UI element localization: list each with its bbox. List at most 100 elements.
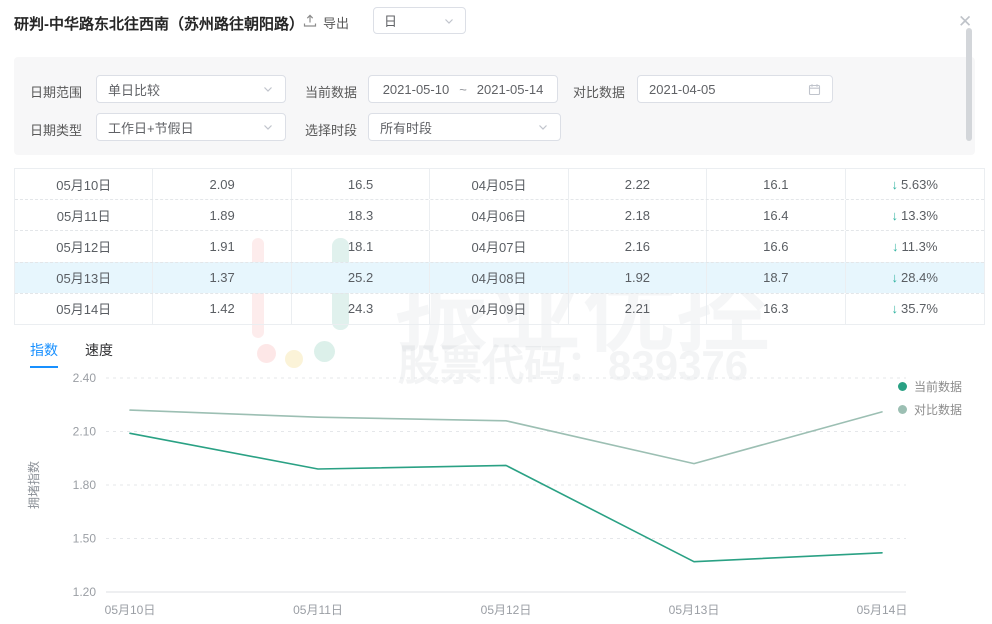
table-cell: 18.3: [292, 200, 430, 230]
table-cell: 24.3: [292, 294, 430, 324]
y-tick-label: 1.50: [73, 532, 97, 546]
date-type-value: 工作日+节假日: [108, 118, 194, 137]
change-value: 11.3%: [902, 239, 938, 254]
x-tick-label: 05月13日: [669, 603, 720, 617]
table-cell: 2.09: [153, 169, 291, 199]
table-cell: 2.16: [569, 231, 707, 261]
table-cell: 1.37: [153, 263, 291, 293]
change-value: 13.3%: [901, 208, 938, 223]
tab-active-underline: [30, 366, 58, 368]
change-cell: ↓5.63%: [846, 169, 984, 199]
table-cell: 1.91: [153, 231, 291, 261]
tab-index[interactable]: 指数: [30, 340, 58, 360]
trend-down-icon: ↓: [892, 208, 899, 223]
change-value: 35.7%: [901, 301, 938, 316]
table-cell: 05月13日: [15, 263, 153, 293]
table-cell: 05月11日: [15, 200, 153, 230]
y-axis-title: 拥堵指数: [26, 461, 41, 509]
change-cell: ↓35.7%: [846, 294, 984, 324]
table-cell: 16.6: [707, 231, 845, 261]
x-tick-label: 05月14日: [857, 603, 908, 617]
date-range-value: 单日比较: [108, 80, 160, 99]
watermark-logo-dot: [257, 344, 276, 363]
change-value: 28.4%: [901, 270, 938, 285]
table-row[interactable]: 05月12日1.9118.104月07日2.1616.6↓11.3%: [15, 230, 984, 261]
x-tick-label: 05月10日: [105, 603, 156, 617]
table-cell: 18.7: [707, 263, 845, 293]
y-tick-label: 2.10: [73, 425, 97, 439]
time-period-label: 选择时段: [305, 120, 357, 139]
date-range-label: 日期范围: [30, 82, 82, 101]
table-cell: 04月07日: [430, 231, 568, 261]
legend-dot-current: [898, 382, 907, 391]
x-tick-label: 05月12日: [481, 603, 532, 617]
current-data-label: 当前数据: [305, 82, 357, 101]
granularity-select[interactable]: 日: [373, 7, 466, 34]
legend-item-current[interactable]: 当前数据: [898, 375, 962, 398]
date-type-select[interactable]: 工作日+节假日: [96, 113, 286, 141]
export-button[interactable]: 导出: [303, 13, 349, 32]
change-cell: ↓11.3%: [846, 231, 984, 261]
x-tick-label: 05月11日: [293, 603, 343, 617]
change-cell: ↓13.3%: [846, 200, 984, 230]
chevron-down-icon: [262, 121, 274, 133]
chevron-down-icon: [537, 121, 549, 133]
current-data-range-input[interactable]: 2021-05-10 ~ 2021-05-14: [368, 75, 558, 103]
table-cell: 05月12日: [15, 231, 153, 261]
table-cell: 05月14日: [15, 294, 153, 324]
table-row[interactable]: 05月13日1.3725.204月08日1.9218.7↓28.4%: [15, 262, 984, 293]
chevron-down-icon: [443, 15, 455, 27]
filter-panel: 日期范围 单日比较 当前数据 2021-05-10 ~ 2021-05-14 对…: [14, 57, 975, 155]
table-cell: 16.1: [707, 169, 845, 199]
legend-label: 对比数据: [914, 401, 962, 418]
table-cell: 04月05日: [430, 169, 568, 199]
table-cell: 2.18: [569, 200, 707, 230]
trend-down-icon: ↓: [892, 301, 899, 316]
table-row[interactable]: 05月14日1.4224.304月09日2.2116.3↓35.7%: [15, 293, 984, 324]
upload-icon: [303, 14, 317, 31]
range-start: 2021-05-10: [383, 82, 450, 97]
tab-speed[interactable]: 速度: [85, 340, 113, 360]
change-value: 5.63%: [901, 177, 938, 192]
compare-date-value: 2021-04-05: [649, 82, 716, 97]
chart-legend: 当前数据 对比数据: [898, 375, 962, 421]
trend-down-icon: ↓: [892, 270, 899, 285]
chevron-down-icon: [262, 83, 274, 95]
trend-down-icon: ↓: [892, 177, 899, 192]
legend-item-compare[interactable]: 对比数据: [898, 398, 962, 421]
y-tick-label: 2.40: [73, 372, 97, 385]
date-type-label: 日期类型: [30, 120, 82, 139]
compare-data-label: 对比数据: [573, 82, 625, 101]
y-tick-label: 1.20: [73, 585, 97, 599]
time-period-value: 所有时段: [380, 118, 432, 137]
table-cell: 1.42: [153, 294, 291, 324]
comparison-table: 05月10日2.0916.504月05日2.2216.1↓5.63%05月11日…: [14, 168, 985, 325]
table-cell: 1.92: [569, 263, 707, 293]
legend-label: 当前数据: [914, 378, 962, 395]
time-period-select[interactable]: 所有时段: [368, 113, 561, 141]
trend-down-icon: ↓: [892, 239, 899, 254]
congestion-line-chart: 2.402.101.801.501.2005月10日05月11日05月12日05…: [0, 372, 992, 624]
watermark-logo-dot: [285, 350, 303, 368]
table-row[interactable]: 05月11日1.8918.304月06日2.1816.4↓13.3%: [15, 199, 984, 230]
table-scrollbar[interactable]: [966, 28, 972, 141]
table-cell: 2.21: [569, 294, 707, 324]
table-cell: 05月10日: [15, 169, 153, 199]
page-title: 研判-中华路东北往西南（苏州路往朝阳路）: [14, 13, 304, 34]
granularity-value: 日: [384, 11, 397, 30]
table-cell: 04月08日: [430, 263, 568, 293]
watermark-logo-dot: [314, 341, 335, 362]
export-label: 导出: [323, 13, 349, 32]
table-cell: 16.3: [707, 294, 845, 324]
table-cell: 2.22: [569, 169, 707, 199]
table-cell: 1.89: [153, 200, 291, 230]
table-row[interactable]: 05月10日2.0916.504月05日2.2216.1↓5.63%: [15, 169, 984, 199]
range-end: 2021-05-14: [477, 82, 544, 97]
table-cell: 25.2: [292, 263, 430, 293]
change-cell: ↓28.4%: [846, 263, 984, 293]
calendar-icon: [808, 83, 821, 96]
table-cell: 16.4: [707, 200, 845, 230]
date-range-select[interactable]: 单日比较: [96, 75, 286, 103]
series-line-当前数据: [130, 433, 882, 561]
compare-date-input[interactable]: 2021-04-05: [637, 75, 833, 103]
